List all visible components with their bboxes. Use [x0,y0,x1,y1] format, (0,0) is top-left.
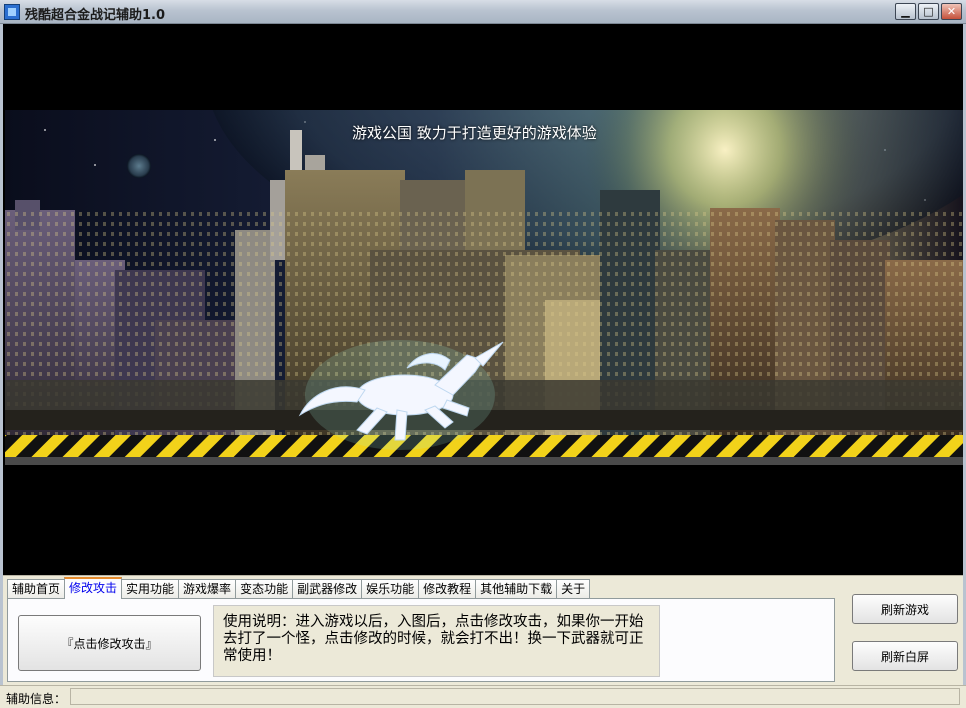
tab-practical[interactable]: 实用功能 [121,579,180,599]
tab-tutorial[interactable]: 修改教程 [418,579,477,599]
game-view: 游戏公国 致力于打造更好的游戏体验 [3,25,963,575]
status-label: 辅助信息： [6,692,67,706]
refresh-blank-screen-button[interactable]: 刷新白屏 [852,641,958,671]
status-bar: 辅助信息： [0,685,966,708]
refresh-game-button[interactable]: 刷新游戏 [852,594,958,624]
tab-content-modify-attack: 『点击修改攻击』 使用说明：进入游戏以后，入图后，点击修改攻击，如果你一开始去打… [7,598,835,682]
banner-caption: 游戏公国 致力于打造更好的游戏体验 [352,124,597,142]
tab-bar: 辅助首页 修改攻击 实用功能 游戏爆率 变态功能 副武器修改 娱乐功能 修改教程… [7,577,591,599]
tab-about[interactable]: 关于 [556,579,591,599]
modify-attack-button[interactable]: 『点击修改攻击』 [18,615,201,671]
app-icon [4,4,20,20]
status-field [70,688,960,705]
usage-description: 使用说明：进入游戏以后，入图后，点击修改攻击，如果你一开始去打了一个怪，点击修改… [213,605,660,677]
window-title: 残酷超合金战记辅助1.0 [25,8,166,23]
tab-other-downloads[interactable]: 其他辅助下载 [475,579,558,599]
control-panel: 辅助首页 修改攻击 实用功能 游戏爆率 变态功能 副武器修改 娱乐功能 修改教程… [3,575,963,685]
window-controls: ▁ □ ✕ [895,3,962,20]
close-button[interactable]: ✕ [941,3,962,20]
city-illustration [5,110,963,485]
tab-entertainment[interactable]: 娱乐功能 [361,579,420,599]
maximize-button[interactable]: □ [918,3,939,20]
minimize-button[interactable]: ▁ [895,3,916,20]
tab-sub-weapon[interactable]: 副武器修改 [292,579,363,599]
tab-home[interactable]: 辅助首页 [7,579,66,599]
tab-modify-attack[interactable]: 修改攻击 [64,577,123,599]
banner-image: 游戏公国 致力于打造更好的游戏体验 [5,110,963,485]
tab-extreme[interactable]: 变态功能 [235,579,294,599]
title-bar: 残酷超合金战记辅助1.0 ▁ □ ✕ [0,0,966,24]
tab-drop-rate[interactable]: 游戏爆率 [178,579,237,599]
